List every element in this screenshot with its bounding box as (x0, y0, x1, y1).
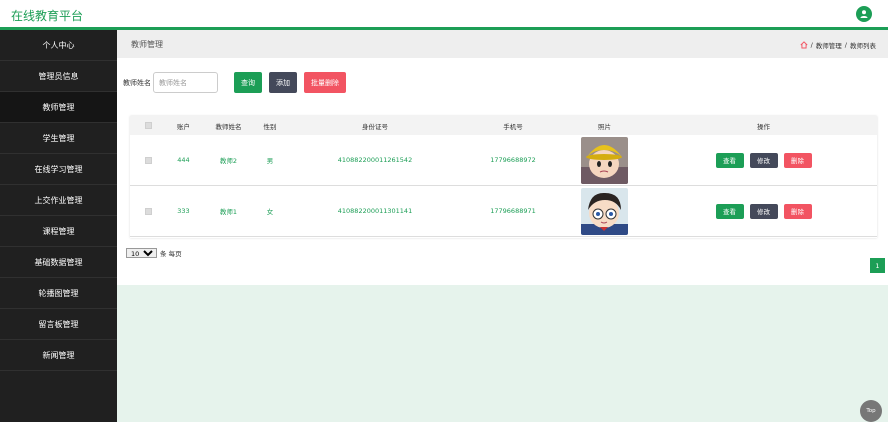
table-row: 333 教师1 女 410882200011301141 17796688971 (130, 186, 877, 237)
sidebar-item-courses[interactable]: 课程管理 (0, 216, 117, 247)
breadcrumb-separator: / (844, 41, 847, 49)
content-card: 教师管理 / 教师管理 / 教师列表 教师姓名 查询 添加 批量删除 账户 教师… (117, 30, 888, 285)
sidebar-item-news[interactable]: 新闻管理 (0, 340, 117, 371)
breadcrumb-current: 教师列表 (850, 42, 876, 50)
cell-phone: 17796688972 (490, 156, 536, 164)
teacher-name-search-input[interactable] (153, 72, 218, 93)
select-all-checkbox[interactable] (145, 122, 152, 129)
teacher-photo (581, 187, 628, 235)
cell-gender: 女 (266, 208, 274, 216)
view-button[interactable]: 查看 (715, 152, 744, 168)
page-number-button[interactable]: 1 (870, 258, 885, 273)
query-button[interactable]: 查询 (234, 72, 262, 93)
sidebar-item-homework[interactable]: 上交作业管理 (0, 185, 117, 216)
delete-button[interactable]: 删除 (783, 203, 812, 219)
sidebar-item-messages[interactable]: 留言板管理 (0, 309, 117, 340)
cell-account: 444 (177, 156, 190, 164)
header-name: 教师姓名 (215, 122, 242, 131)
cell-account: 333 (177, 207, 190, 215)
header-id-number: 身份证号 (362, 122, 388, 131)
sidebar: 个人中心 管理员信息 教师管理 学生管理 在线学习管理 上交作业管理 课程管理 … (0, 30, 117, 422)
page-title: 教师管理 (131, 40, 163, 49)
sidebar-item-admins[interactable]: 管理员信息 (0, 61, 117, 92)
user-icon[interactable] (856, 6, 872, 22)
delete-button[interactable]: 删除 (783, 152, 812, 168)
add-button[interactable]: 添加 (269, 72, 297, 93)
cell-id-number: 410882200011301141 (337, 207, 413, 215)
sidebar-item-base-data[interactable]: 基础数据管理 (0, 247, 117, 278)
sidebar-item-teachers[interactable]: 教师管理 (0, 92, 117, 123)
table-header: 账户 教师姓名 性别 身份证号 手机号 照片 操作 (130, 116, 877, 135)
search-label: 教师姓名 (123, 78, 151, 87)
top-bar: 在线教育平台 (0, 0, 888, 30)
breadcrumb-section[interactable]: 教师管理 (816, 40, 842, 50)
home-icon[interactable] (800, 41, 808, 49)
app-title: 在线教育平台 (11, 9, 84, 23)
sidebar-item-students[interactable]: 学生管理 (0, 123, 117, 154)
header-actions: 操作 (757, 122, 770, 131)
view-button[interactable]: 查看 (715, 203, 744, 219)
pagination: 10 条 每页 (126, 248, 182, 258)
breadcrumb-separator: / (810, 41, 813, 49)
search-bar: 教师姓名 查询 添加 批量删除 (123, 72, 346, 93)
header-gender: 性别 (263, 122, 277, 131)
sidebar-item-online-learning[interactable]: 在线学习管理 (0, 154, 117, 185)
teacher-table: 账户 教师姓名 性别 身份证号 手机号 照片 操作 444 教师2 男 4108… (130, 116, 877, 238)
title-bar: 教师管理 / 教师管理 / 教师列表 (117, 30, 888, 58)
cell-id-number: 410882200011261542 (337, 156, 413, 164)
header-account: 账户 (177, 122, 190, 131)
cell-name: 教师1 (219, 208, 238, 216)
header-photo: 照片 (598, 122, 611, 131)
edit-button[interactable]: 修改 (749, 152, 778, 168)
main-area: 教师管理 / 教师管理 / 教师列表 教师姓名 查询 添加 批量删除 账户 教师… (117, 30, 888, 422)
header-phone: 手机号 (503, 122, 523, 131)
cell-phone: 17796688971 (490, 207, 536, 215)
edit-button[interactable]: 修改 (749, 203, 778, 219)
sidebar-item-carousel[interactable]: 轮播图管理 (0, 278, 117, 309)
page-size-select[interactable]: 10 (126, 248, 157, 258)
row-checkbox[interactable] (145, 156, 152, 164)
back-to-top-button[interactable]: Top (860, 400, 882, 422)
batch-delete-button[interactable]: 批量删除 (304, 72, 346, 93)
teacher-photo (581, 136, 628, 184)
sidebar-item-profile[interactable]: 个人中心 (0, 30, 117, 61)
cell-name: 教师2 (219, 157, 238, 165)
table-row: 444 教师2 男 410882200011261542 17796688972 (130, 135, 877, 186)
breadcrumb: / 教师管理 / 教师列表 (800, 40, 876, 50)
row-checkbox[interactable] (145, 207, 152, 215)
per-page-label: 条 每页 (160, 250, 182, 258)
cell-gender: 男 (266, 157, 274, 165)
